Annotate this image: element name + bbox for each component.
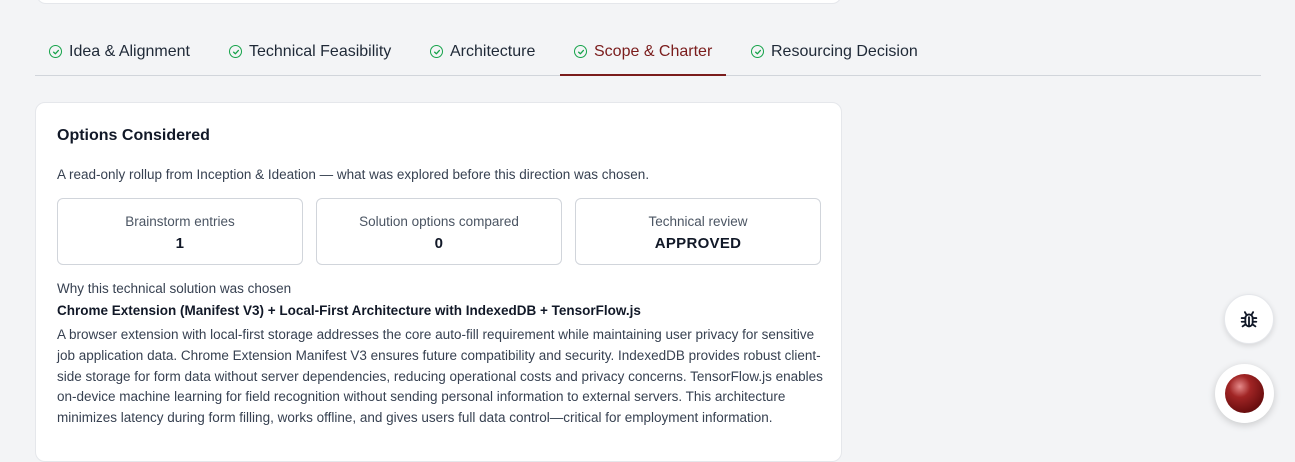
- tab-architecture[interactable]: Architecture: [416, 28, 549, 75]
- check-circle-icon: [751, 45, 764, 58]
- tab-technical-feasibility[interactable]: Technical Feasibility: [215, 28, 405, 75]
- record-button[interactable]: [1215, 364, 1274, 423]
- stat-label: Technical review: [648, 214, 748, 229]
- stat-value: 1: [175, 235, 185, 252]
- tab-idea-alignment[interactable]: Idea & Alignment: [35, 28, 204, 75]
- bug-icon: [1240, 311, 1258, 328]
- active-tab-indicator: [560, 74, 727, 76]
- tab-label: Resourcing Decision: [771, 42, 918, 60]
- stat-solution-options: Solution options compared 0: [316, 198, 562, 265]
- tab-scope-charter[interactable]: Scope & Charter: [560, 28, 727, 76]
- solution-title: Chrome Extension (Manifest V3) + Local-F…: [57, 303, 641, 318]
- stat-label: Brainstorm entries: [125, 214, 235, 229]
- why-label: Why this technical solution was chosen: [57, 281, 292, 296]
- record-icon: [1225, 374, 1264, 413]
- solution-rationale: A browser extension with local-first sto…: [57, 327, 823, 426]
- stat-brainstorm-entries: Brainstorm entries 1: [57, 198, 303, 265]
- tab-resourcing-decision[interactable]: Resourcing Decision: [737, 28, 932, 75]
- stat-technical-review: Technical review APPROVED: [575, 198, 821, 265]
- check-circle-icon: [49, 45, 62, 58]
- previous-card: [36, 0, 842, 4]
- tab-label: Technical Feasibility: [249, 42, 392, 60]
- check-circle-icon: [430, 45, 443, 58]
- tab-label: Scope & Charter: [594, 42, 713, 60]
- stage-tabs: Idea & Alignment Technical Feasibility A…: [35, 28, 1261, 76]
- stat-value: 0: [434, 235, 444, 252]
- options-considered-card: Options Considered A read-only rollup fr…: [35, 102, 842, 462]
- card-title: Options Considered: [57, 127, 210, 144]
- bug-report-button[interactable]: [1224, 294, 1274, 344]
- tab-label: Architecture: [450, 42, 536, 60]
- stat-label: Solution options compared: [359, 214, 519, 229]
- stat-value: APPROVED: [654, 235, 742, 252]
- check-circle-icon: [229, 45, 242, 58]
- check-circle-icon: [574, 45, 587, 58]
- tab-label: Idea & Alignment: [69, 42, 190, 60]
- card-subtitle: A read-only rollup from Inception & Idea…: [57, 167, 650, 182]
